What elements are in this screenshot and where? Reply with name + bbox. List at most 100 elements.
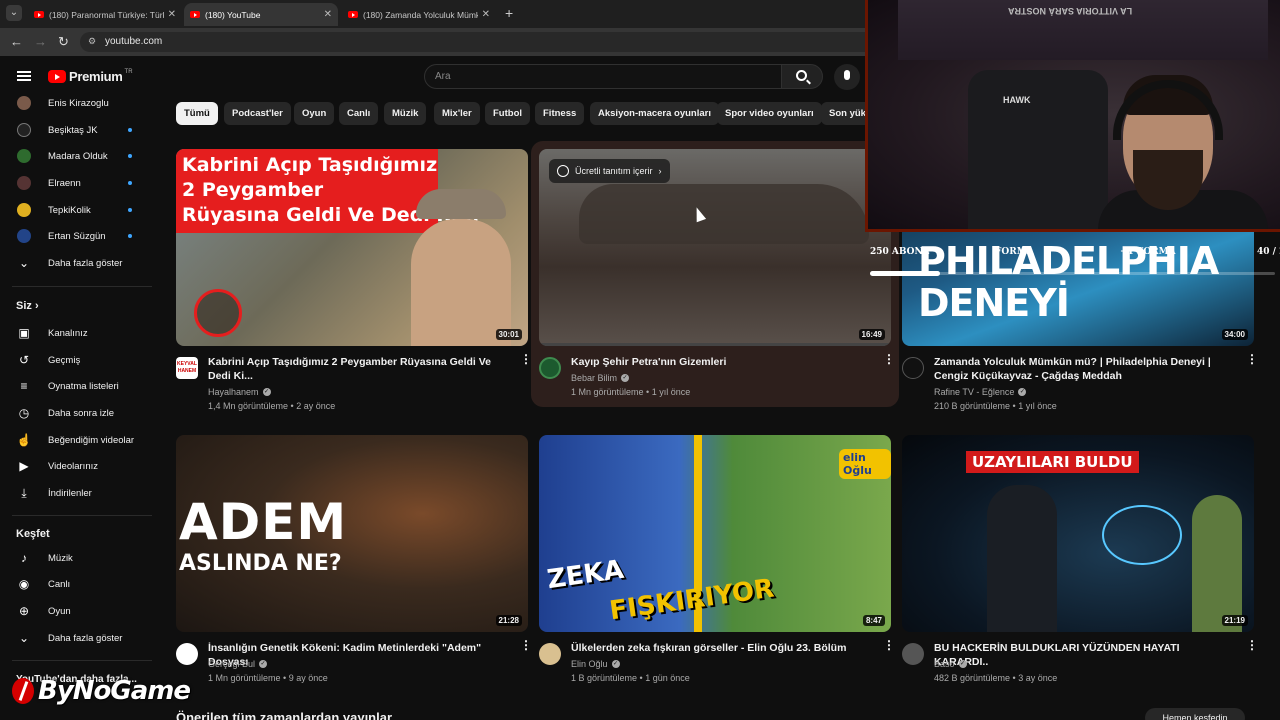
video-duration: 16:49 [858, 329, 885, 340]
browser-tab-active[interactable]: (180) YouTube ✕ [184, 3, 338, 26]
sidebar-show-more[interactable]: ⌄ Daha fazla göster [0, 250, 160, 276]
tab-search-icon[interactable]: ⌄ [6, 5, 22, 21]
video-card[interactable]: ZEKA FIŞKIRIYOR elin Oğlu 8:47 Ülkelerde… [539, 435, 895, 705]
forward-icon[interactable]: → [34, 34, 47, 49]
video-duration: 34:00 [1221, 329, 1248, 340]
more-options-icon[interactable]: ⋮ [883, 353, 895, 365]
more-options-icon[interactable]: ⋮ [1246, 639, 1258, 651]
reload-icon[interactable]: ↻ [58, 34, 69, 50]
site-info-icon[interactable]: ⚙ [88, 36, 96, 47]
chip-fitness[interactable]: Fitness [535, 102, 585, 125]
new-tab-icon[interactable]: + [505, 5, 513, 21]
chip-music[interactable]: Müzik [384, 102, 427, 125]
sidebar-item-history[interactable]: ↺ Geçmiş [0, 347, 160, 373]
back-icon[interactable]: ← [10, 34, 23, 49]
sidebar-item-subscription[interactable]: Enis Kirazoglu [0, 90, 160, 116]
channel-name-row[interactable]: Rafine TV - Eğlence ✓ [934, 387, 1027, 397]
sidebar-item-label: Beğendiğim videolar [48, 434, 135, 446]
menu-icon[interactable] [17, 71, 31, 81]
chip-football[interactable]: Futbol [485, 102, 531, 125]
youtube-logo[interactable]: Premium TR [48, 69, 133, 84]
verified-icon: ✓ [621, 374, 630, 382]
paid-promotion-badge[interactable]: Ücretli tanıtım içerir › [549, 159, 670, 183]
sidebar-item-liked-videos[interactable]: ☝ Beğendiğim videolar [0, 427, 160, 453]
search-input[interactable] [435, 71, 765, 82]
chip-podcasts[interactable]: Podcast'ler [224, 102, 291, 125]
video-thumbnail[interactable]: ADEM ASLINDA NE? 21:28 [176, 435, 528, 632]
channel-name: Hayalhanem [208, 387, 259, 397]
video-title[interactable]: Zamanda Yolculuk Mümkün mü? | Philadelph… [934, 355, 1234, 383]
chip-live[interactable]: Canlı [339, 102, 379, 125]
sidebar-item-label: Oyun [48, 605, 71, 617]
channel-name-row[interactable]: Gerçeği Bul ✓ [208, 659, 268, 669]
chip-mixes[interactable]: Mix'ler [434, 102, 480, 125]
you-section-header[interactable]: Siz › [16, 300, 39, 312]
more-options-icon[interactable]: ⋮ [520, 353, 532, 365]
chip-action-adventure[interactable]: Aksiyon-macera oyunları [590, 102, 719, 125]
sidebar-item-subscription[interactable]: Madara Olduk [0, 143, 160, 169]
video-card[interactable]: Kabrini Açıp Taşıdığımız 2 Peygamber Rüy… [176, 149, 532, 419]
close-tab-icon[interactable]: ✕ [168, 9, 176, 20]
youtube-favicon-icon [190, 11, 200, 18]
video-duration: 30:01 [495, 329, 522, 340]
sidebar-item-your-videos[interactable]: ▶ Videolarınız [0, 453, 160, 479]
channel-avatar[interactable] [539, 357, 561, 379]
sidebar-item-subscription[interactable]: TepkiKolik [0, 197, 160, 223]
sidebar-item-subscription[interactable]: Beşiktaş JK [0, 117, 160, 143]
video-title[interactable]: Kayıp Şehir Petra'nın Gizemleri [571, 355, 871, 369]
channel-watermark: ByNoGame [12, 676, 191, 706]
channel-name-row[interactable]: Bebar Bilim ✓ [571, 373, 630, 383]
video-thumbnail[interactable]: UZAYLILARI BULDU 21:19 [902, 435, 1254, 632]
sidebar-item-playlists[interactable]: ≡ Oynatma listeleri [0, 373, 160, 399]
sidebar-item-your-channel[interactable]: ▣ Kanalınız [0, 320, 160, 346]
browser-tab[interactable]: (180) Zamanda Yolculuk Mümkün... ✕ [342, 3, 496, 26]
chip-recently-uploaded[interactable]: Son yüklenenler [821, 102, 865, 125]
channel-avatar[interactable] [902, 643, 924, 665]
more-options-icon[interactable]: ⋮ [883, 639, 895, 651]
channel-name-row[interactable]: Elin Oğlu ✓ [571, 659, 620, 669]
more-options-icon[interactable]: ⋮ [1246, 353, 1258, 365]
close-tab-icon[interactable]: ✕ [482, 9, 490, 20]
sidebar-item-watch-later[interactable]: ◷ Daha sonra izle [0, 400, 160, 426]
browser-tab[interactable]: (180) Paranormal Türkiye: Türkiye'... ✕ [28, 3, 182, 26]
video-card-hovered[interactable]: Ücretli tanıtım içerir › 16:49 Kayıp Şeh… [531, 141, 899, 419]
voice-search-button[interactable] [834, 64, 860, 90]
sidebar-item-label: Canlı [48, 578, 71, 590]
sidebar-explore-more[interactable]: ⌄ Daha fazla göster [0, 625, 160, 651]
verified-icon: ✓ [958, 660, 967, 668]
youtube-play-icon [48, 70, 66, 83]
channel-name-row[interactable]: Baso ✓ [934, 659, 967, 669]
sidebar-item-subscription[interactable]: Elraenn [0, 170, 160, 196]
video-thumbnail[interactable]: ZEKA FIŞKIRIYOR elin Oğlu 8:47 [539, 435, 891, 632]
explore-now-button[interactable]: Hemen keşfedin [1145, 708, 1245, 720]
sidebar-item-gaming[interactable]: ⊕ Oyun [0, 598, 160, 624]
channel-avatar[interactable]: KEYVAL HANEM [176, 357, 198, 379]
chip-sports-games[interactable]: Spor video oyunları [717, 102, 822, 125]
channel-avatar[interactable] [902, 357, 924, 379]
video-title[interactable]: Ülkelerden zeka fışkıran görseller - Eli… [571, 641, 871, 655]
video-title[interactable]: BU HACKERİN BULDUKLARI YÜZÜNDEN HAYATI K… [934, 641, 1234, 669]
channel-avatar[interactable] [539, 643, 561, 665]
more-options-icon[interactable]: ⋮ [520, 639, 532, 651]
chip-all[interactable]: Tümü [176, 102, 218, 125]
channel-avatar [17, 96, 31, 110]
video-thumbnail[interactable]: Kabrini Açıp Taşıdığımız 2 Peygamber Rüy… [176, 149, 528, 346]
omnibox[interactable]: ⚙ youtube.com [80, 32, 880, 52]
close-tab-icon[interactable]: ✕ [324, 9, 332, 20]
channel-name-row[interactable]: Hayalhanem ✓ [208, 387, 271, 397]
search-button[interactable] [781, 64, 823, 89]
video-title[interactable]: Kabrini Açıp Taşıdığımız 2 Peygamber Rüy… [208, 355, 508, 383]
video-thumbnail[interactable]: Ücretli tanıtım içerir › 16:49 [539, 149, 891, 346]
tab-title: (180) YouTube [205, 9, 261, 20]
channel-name: Elin Oğlu [571, 659, 608, 669]
sidebar-item-downloads[interactable]: ⤓ İndirilenler [0, 480, 160, 506]
channel-avatar[interactable] [176, 643, 198, 665]
chip-gaming[interactable]: Oyun [294, 102, 335, 125]
sidebar-item-label: Ertan Süzgün [48, 230, 106, 242]
sidebar-item-music[interactable]: ♪ Müzik [0, 545, 160, 571]
video-card[interactable]: UZAYLILARI BULDU 21:19 BU HACKERİN BULDU… [902, 435, 1258, 705]
sidebar-item-subscription[interactable]: Ertan Süzgün [0, 223, 160, 249]
video-card[interactable]: ADEM ASLINDA NE? 21:28 İnsanlığın Geneti… [176, 435, 532, 705]
thumbnail-text: elin Oğlu [839, 449, 891, 479]
sidebar-item-live[interactable]: ◉ Canlı [0, 571, 160, 597]
